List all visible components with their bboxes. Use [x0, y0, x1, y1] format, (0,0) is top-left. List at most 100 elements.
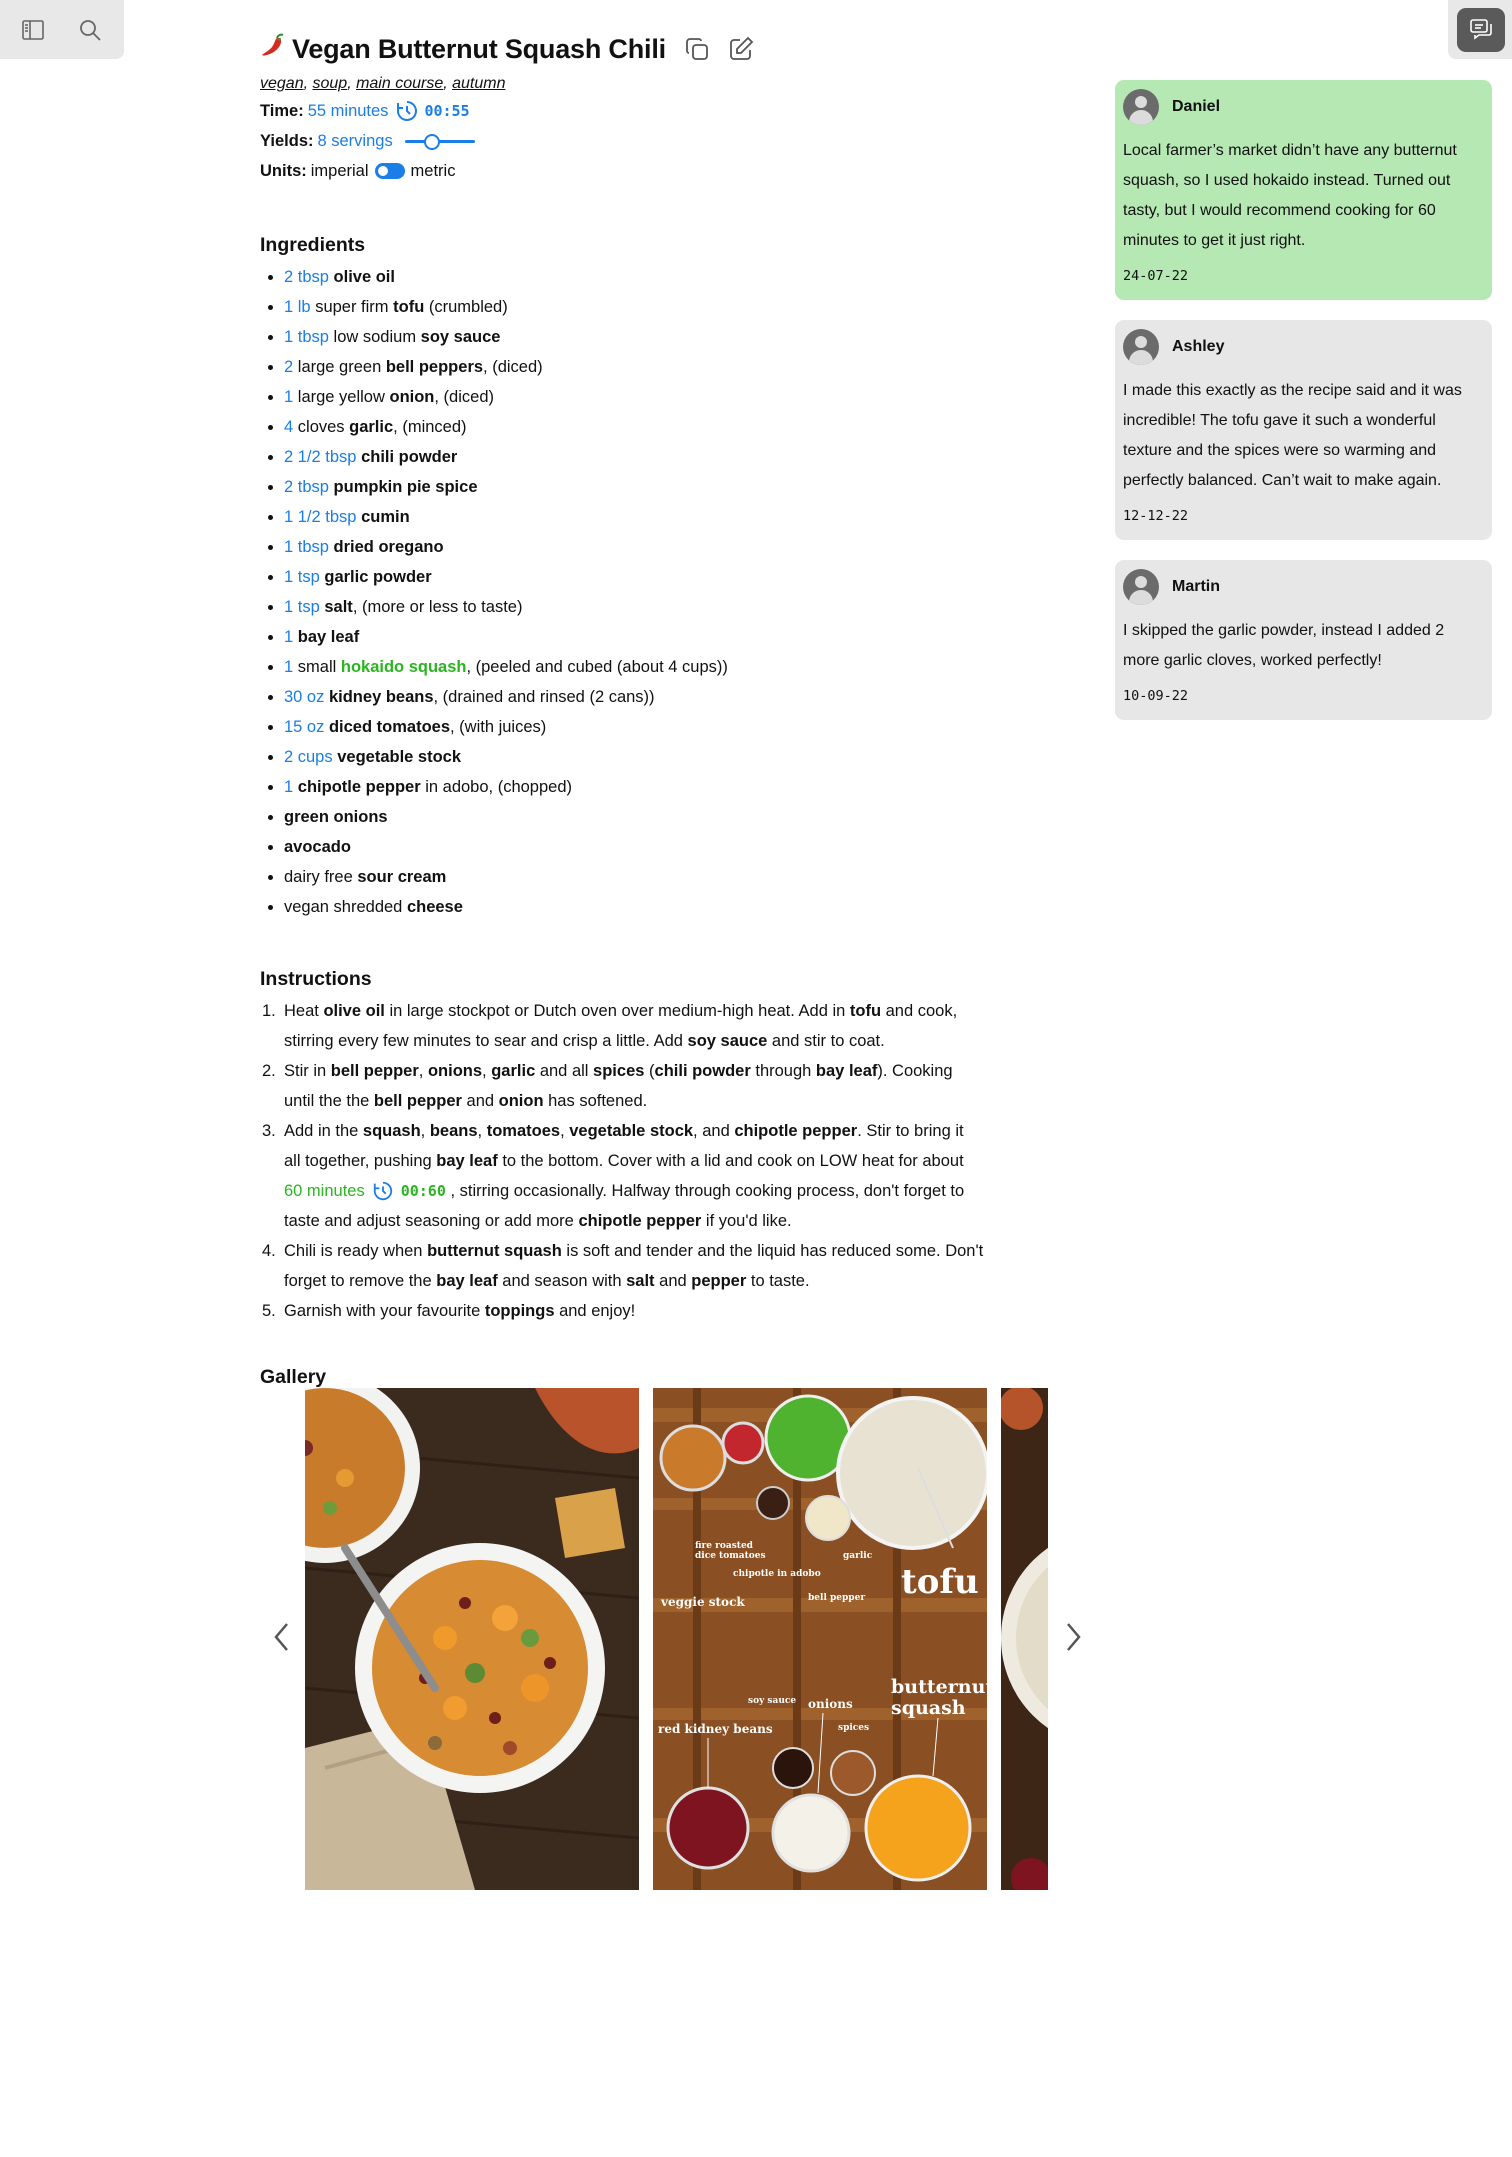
ingredient-reference: onions: [427, 1062, 483, 1080]
ingredient-descriptor: vegan shredded: [284, 898, 407, 916]
third-photo[interactable]: [1001, 1388, 1048, 1890]
ingredient-reference: butternut squash: [427, 1242, 562, 1260]
step-timer[interactable]: 00:60: [401, 1182, 446, 1200]
tag-link[interactable]: vegan: [260, 75, 304, 92]
ingredient-item: 30 oz kidney beans, (drained and rinsed …: [260, 682, 980, 712]
instruction-step: 2. Stir in bell pepper, onions, garlic an…: [260, 1056, 984, 1116]
label-squash: squash: [891, 1697, 966, 1719]
ingredient-note: , (minced): [393, 418, 467, 436]
ingredient-item: 1 bay leaf: [260, 622, 980, 652]
ingredient-quantity[interactable]: 4: [284, 418, 293, 436]
ingredient-reference: tomatoes: [486, 1122, 561, 1140]
step-text: and enjoy!: [554, 1302, 636, 1320]
edit-icon[interactable]: [726, 34, 756, 64]
comment-text: Local farmer’s market didn’t have any bu…: [1123, 142, 1457, 249]
ingredient-reference: spices: [593, 1062, 645, 1080]
ingredient-name: vegetable stock: [337, 748, 462, 766]
copy-icon[interactable]: [682, 34, 712, 64]
label-spices: spices: [838, 1723, 869, 1733]
gallery-viewport: fire roasted dice tomatoes chipotle in a…: [305, 1388, 1048, 1890]
step-number: 5.: [262, 1302, 276, 1320]
tag-list: vegan, soup, main course, autumn: [260, 75, 506, 92]
ingredient-quantity[interactable]: 2 1/2 tbsp: [284, 448, 356, 466]
ingredient-quantity[interactable]: 1: [284, 628, 293, 646]
ingredient-quantity[interactable]: 1: [284, 658, 293, 676]
timer-icon[interactable]: [395, 99, 419, 123]
ingredient-item: 1 tbsp dried oregano: [260, 532, 980, 562]
ingredient-item: 1 lb super firm tofu (crumbled): [260, 292, 980, 322]
time-timer[interactable]: 00:55: [424, 96, 469, 126]
label-fire-roasted: fire roasted: [695, 1541, 754, 1551]
comments-icon[interactable]: [1457, 8, 1505, 52]
units-imperial: imperial: [310, 162, 369, 180]
ingredient-name: garlic: [349, 418, 394, 436]
ingredient-quantity[interactable]: 1 tsp: [284, 568, 320, 586]
instructions-heading: Instructions: [260, 968, 372, 990]
ingredient-quantity[interactable]: 1 lb: [284, 298, 311, 316]
tag-link[interactable]: soup: [312, 75, 347, 92]
ingredient-quantity[interactable]: 2 tbsp: [284, 478, 329, 496]
ingredient-name: hokaido squash: [340, 658, 467, 676]
ingredient-item: 4 cloves garlic, (minced): [260, 412, 980, 442]
ingredient-note: , (diced): [434, 388, 494, 406]
label-bell-pepper: bell pepper: [808, 1593, 865, 1603]
ingredient-quantity[interactable]: 30 oz: [284, 688, 324, 706]
sidebar-icon[interactable]: [17, 14, 49, 46]
step-text: in large stockpot or Dutch oven over med…: [384, 1002, 850, 1020]
ingredient-reference: garlic: [491, 1062, 536, 1080]
ingredient-quantity[interactable]: 1 tsp: [284, 598, 320, 616]
ingredient-quantity[interactable]: 1: [284, 388, 293, 406]
step-text: has softened.: [543, 1092, 648, 1110]
search-icon[interactable]: [74, 14, 106, 46]
ingredient-quantity[interactable]: 1 1/2 tbsp: [284, 508, 356, 526]
avatar: [1123, 89, 1159, 125]
chevron-right-icon[interactable]: [1060, 1617, 1086, 1657]
label-onions: onions: [808, 1697, 853, 1711]
ingredient-quantity[interactable]: 15 oz: [284, 718, 324, 736]
comment-date: 24-07-22: [1123, 268, 1189, 284]
units-toggle[interactable]: [374, 163, 405, 179]
ingredient-item: 1 chipotle pepper in adobo, (chopped): [260, 772, 980, 802]
label-tofu: tofu: [901, 1562, 979, 1602]
step-text: ,: [560, 1122, 570, 1140]
ingredient-reference: chipotle pepper: [734, 1122, 858, 1140]
timer-icon[interactable]: [372, 1180, 396, 1204]
ingredient-quantity[interactable]: 2 cups: [284, 748, 333, 766]
ingredient-name: tofu: [393, 298, 425, 316]
ingredient-note: in adobo, (chopped): [420, 778, 573, 796]
ingredient-reference: bell pepper: [330, 1062, 419, 1080]
step-text: and season with: [497, 1272, 627, 1290]
units-row: Units: imperial metric: [260, 156, 980, 186]
tag-link[interactable]: main course: [356, 75, 443, 92]
label-butternut: butternut: [891, 1676, 987, 1698]
ingredients-photo[interactable]: fire roasted dice tomatoes chipotle in a…: [653, 1388, 987, 1890]
instruction-step: 3. Add in the squash, beans, tomatoes, ve…: [260, 1116, 984, 1236]
servings-slider[interactable]: [404, 131, 475, 151]
ingredient-name: olive oil: [333, 268, 395, 286]
ingredient-item: 1 large yellow onion, (diced): [260, 382, 980, 412]
chili-bowl-photo[interactable]: [305, 1388, 639, 1890]
ingredient-quantity[interactable]: 1 tbsp: [284, 538, 329, 556]
step-text: if you'd like.: [701, 1212, 792, 1230]
step-text: to the bottom. Cover with a lid and cook…: [497, 1152, 964, 1170]
step-text: (: [644, 1062, 655, 1080]
tag-link[interactable]: autumn: [452, 75, 505, 92]
instruction-step: 5. Garnish with your favourite toppings a…: [260, 1296, 984, 1326]
ingredient-quantity[interactable]: 1 tbsp: [284, 328, 329, 346]
ingredient-name: pumpkin pie spice: [333, 478, 478, 496]
comment-card: Martin I skipped the garlic powder, inste…: [1115, 560, 1492, 720]
step-text: Heat: [284, 1002, 324, 1020]
ingredient-quantity[interactable]: 2 tbsp: [284, 268, 329, 286]
ingredient-name: avocado: [284, 838, 351, 856]
step-text: ,: [477, 1122, 487, 1140]
ingredient-item: 1 tbsp low sodium soy sauce: [260, 322, 980, 352]
ingredient-name: garlic powder: [324, 568, 432, 586]
time-label: Time:: [260, 102, 304, 120]
ingredient-quantity[interactable]: 1: [284, 778, 293, 796]
ingredient-quantity[interactable]: 2: [284, 358, 293, 376]
label-soy-sauce: soy sauce: [748, 1696, 796, 1706]
ingredient-item: 2 cups vegetable stock: [260, 742, 980, 772]
ingredient-name: green onions: [284, 808, 388, 826]
label-red-kidney-beans: red kidney beans: [658, 1722, 773, 1736]
chevron-left-icon[interactable]: [269, 1617, 295, 1657]
